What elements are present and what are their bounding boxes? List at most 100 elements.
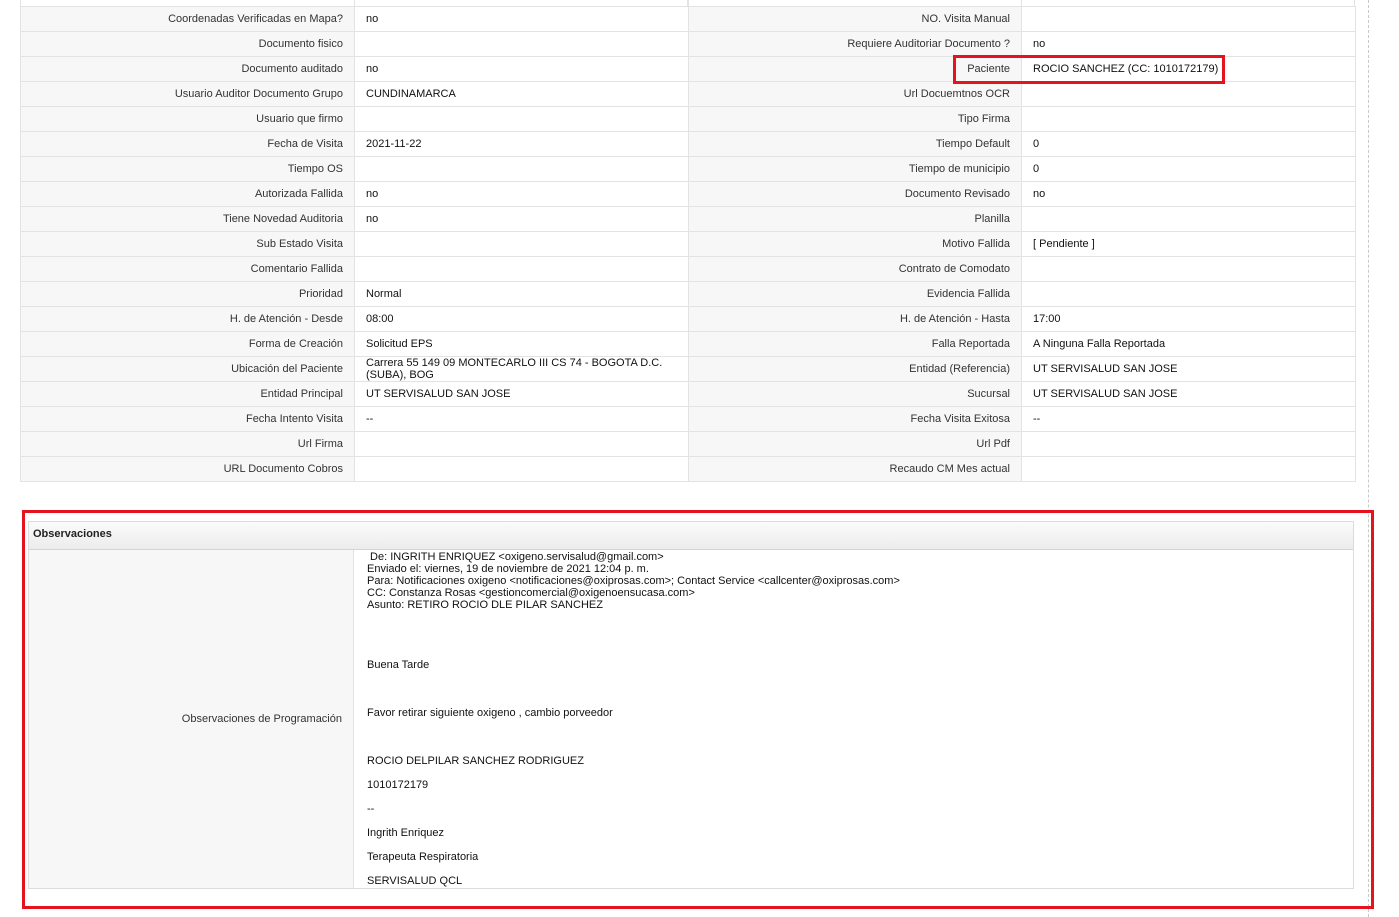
label-sub-estado-visita: Sub Estado Visita [20, 231, 355, 257]
value-tiempo-de-municipio: 0 [1021, 156, 1356, 182]
visit-detail-table: Coordenadas Verificadas en Mapa? no NO. Vi… [20, 6, 1356, 482]
table-row: Ubicación del Paciente Carrera 55 149 09 … [20, 356, 1356, 382]
value-usuario-que-firmo [354, 106, 689, 132]
label-contrato-de-comodato: Contrato de Comodato [688, 256, 1022, 282]
value-entidad-principal: UT SERVISALUD SAN JOSE [354, 381, 689, 407]
label-motivo-fallida: Motivo Fallida [688, 231, 1022, 257]
observaciones-row: Observaciones de Programación De: INGRIT… [29, 550, 1353, 888]
label-documento-auditado: Documento auditado [20, 56, 355, 82]
observaciones-line: SERVISALUD QCL [367, 875, 463, 887]
value-tiempo-default: 0 [1021, 131, 1356, 157]
observaciones-line: De: INGRITH ENRIQUEZ <oxigeno.servisalud… [367, 551, 664, 563]
value-usuario-auditor-documento-grupo: CUNDINAMARCA [354, 81, 689, 107]
value-entidad-referencia: UT SERVISALUD SAN JOSE [1021, 356, 1356, 382]
label-coordenadas-verificadas-en-mapa: Coordenadas Verificadas en Mapa? [20, 6, 355, 32]
label-entidad-referencia: Entidad (Referencia) [688, 356, 1022, 382]
label-usuario-auditor-documento-grupo: Usuario Auditor Documento Grupo [20, 81, 355, 107]
value-tiene-novedad-auditoria: no [354, 206, 689, 232]
value-fecha-de-visita: 2021-11-22 [354, 131, 689, 157]
value-tipo-firma [1021, 106, 1356, 132]
value-sub-estado-visita [354, 231, 689, 257]
label-sucursal: Sucursal [688, 381, 1022, 407]
value-h-de-atencion-hasta: 17:00 [1021, 306, 1356, 332]
label-h-de-atencion-hasta: H. de Atención - Hasta [688, 306, 1022, 332]
value-documento-fisico [354, 31, 689, 57]
table-row: Fecha Intento Visita -- Fecha Visita Exito… [20, 406, 1356, 432]
observaciones-label-text: Observaciones de Programación [181, 713, 342, 725]
observaciones-line: Enviado el: viernes, 19 de noviembre de … [367, 563, 649, 575]
observaciones-line: Asunto: RETIRO ROCIO DLE PILAR SANCHEZ [367, 599, 603, 611]
value-ubicacion-del-paciente: Carrera 55 149 09 MONTECARLO III CS 74 -… [354, 356, 689, 382]
table-row: Documento auditado no Paciente ROCIO SANCHE… [20, 56, 1356, 82]
table-row: Sub Estado Visita Motivo Fallida[ Pendien… [20, 231, 1356, 257]
label-autorizada-fallida: Autorizada Fallida [20, 181, 355, 207]
value-url-docuemtnos-ocr [1021, 81, 1356, 107]
table-row: Autorizada Fallida no Documento Revisado no [20, 181, 1356, 207]
table-row: URL Documento Cobros Recaudo CM Mes actua… [20, 456, 1356, 482]
table-row: Entidad Principal UT SERVISALUD SAN JOSE S… [20, 381, 1356, 407]
value-comentario-fallida [354, 256, 689, 282]
value-recaudo-cm-mes-actual [1021, 456, 1356, 482]
label-entidad-principal: Entidad Principal [20, 381, 355, 407]
value-planilla [1021, 206, 1356, 232]
observaciones-line: Para: Notificaciones oxigeno <notificaci… [367, 575, 900, 587]
label-url-docuemtnos-ocr: Url Docuemtnos OCR [688, 81, 1022, 107]
observaciones-line: Terapeuta Respiratoria [367, 851, 479, 863]
table-row: Tiene Novedad Auditoria no Planilla [20, 206, 1356, 232]
value-paciente: ROCIO SANCHEZ (CC: 1010172179) [1021, 56, 1356, 82]
table-row: Usuario Auditor Documento Grupo CUNDINAMA… [20, 81, 1356, 107]
value-documento-auditado: no [354, 56, 689, 82]
label-fecha-visita-exitosa: Fecha Visita Exitosa [688, 406, 1022, 432]
observaciones-line: Favor retirar siguiente oxigeno , cambio… [367, 707, 613, 719]
observaciones-panel: Observaciones Observaciones de Programac… [28, 521, 1354, 889]
label-tipo-firma: Tipo Firma [688, 106, 1022, 132]
table-row: Comentario Fallida Contrato de Comodato [20, 256, 1356, 282]
label-usuario-que-firmo: Usuario que firmo [20, 106, 355, 132]
label-url-documento-cobros: URL Documento Cobros [20, 456, 355, 482]
value-fecha-visita-exitosa: -- [1021, 406, 1356, 432]
value-url-documento-cobros [354, 456, 689, 482]
value-motivo-fallida: [ Pendiente ] [1021, 231, 1356, 257]
value-requiere-auditoriar-documento: no [1021, 31, 1356, 57]
label-ubicacion-del-paciente: Ubicación del Paciente [20, 356, 355, 382]
value-evidencia-fallida [1021, 281, 1356, 307]
value-url-pdf [1021, 431, 1356, 457]
value-url-firma [354, 431, 689, 457]
value-no-visita-manual [1021, 6, 1356, 32]
observaciones-label: Observaciones de Programación [29, 550, 354, 888]
label-requiere-auditoriar-documento: Requiere Auditoriar Documento ? [688, 31, 1022, 57]
value-h-de-atencion-desde: 08:00 [354, 306, 689, 332]
label-planilla: Planilla [688, 206, 1022, 232]
label-paciente: Paciente [688, 56, 1022, 82]
label-documento-revisado: Documento Revisado [688, 181, 1022, 207]
label-h-de-atencion-desde: H. de Atención - Desde [20, 306, 355, 332]
value-coordenadas-verificadas-en-mapa: no [354, 6, 689, 32]
label-forma-de-creacion: Forma de Creación [20, 331, 355, 357]
label-url-pdf: Url Pdf [688, 431, 1022, 457]
label-tiempo-default: Tiempo Default [688, 131, 1022, 157]
table-row: H. de Atención - Desde 08:00 H. de Atenció… [20, 306, 1356, 332]
value-autorizada-fallida: no [354, 181, 689, 207]
observaciones-line: Buena Tarde [367, 659, 430, 671]
observaciones-content: De: INGRITH ENRIQUEZ <oxigeno.servisalud… [354, 550, 1353, 888]
table-row: Prioridad Normal Evidencia Fallida [20, 281, 1356, 307]
value-contrato-de-comodato [1021, 256, 1356, 282]
table-row: Usuario que firmo Tipo Firma [20, 106, 1356, 132]
value-forma-de-creacion: Solicitud EPS [354, 331, 689, 357]
label-no-visita-manual: NO. Visita Manual [688, 6, 1022, 32]
value-falla-reportada: A Ninguna Falla Reportada [1021, 331, 1356, 357]
label-prioridad: Prioridad [20, 281, 355, 307]
value-sucursal: UT SERVISALUD SAN JOSE [1021, 381, 1356, 407]
label-tiempo-de-municipio: Tiempo de municipio [688, 156, 1022, 182]
table-row: Documento fisico Requiere Auditoriar Docu… [20, 31, 1356, 57]
table-row: Fecha de Visita 2021-11-22 Tiempo Default 0 [20, 131, 1356, 157]
label-falla-reportada: Falla Reportada [688, 331, 1022, 357]
label-tiene-novedad-auditoria: Tiene Novedad Auditoria [20, 206, 355, 232]
label-fecha-intento-visita: Fecha Intento Visita [20, 406, 355, 432]
observaciones-line: 1010172179 [367, 779, 429, 791]
label-documento-fisico: Documento fisico [20, 31, 355, 57]
page-right-dashed-border [1368, 0, 1369, 917]
label-fecha-de-visita: Fecha de Visita [20, 131, 355, 157]
label-tiempo-os: Tiempo OS [20, 156, 355, 182]
label-url-firma: Url Firma [20, 431, 355, 457]
